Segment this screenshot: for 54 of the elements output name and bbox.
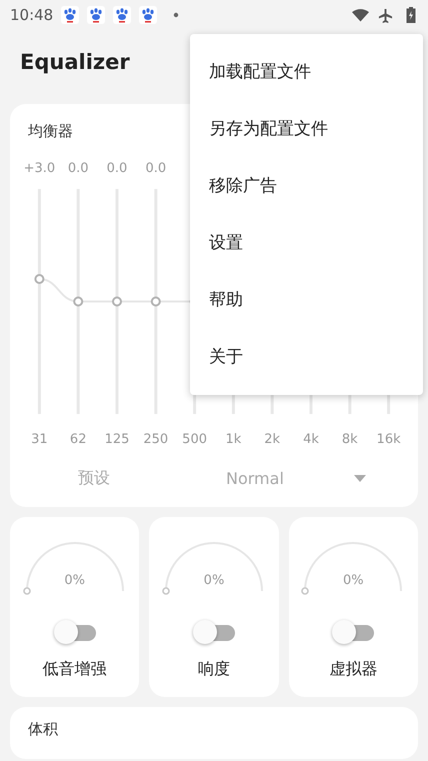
menu-item[interactable]: 关于 <box>190 328 423 385</box>
frequency-label: 500 <box>182 432 207 447</box>
slider-track[interactable] <box>150 189 161 414</box>
frequency-label: 31 <box>31 432 48 447</box>
gauge-knob[interactable] <box>162 587 170 595</box>
menu-item[interactable]: 设置 <box>190 214 423 271</box>
menu-item[interactable]: 另存为配置文件 <box>190 100 423 157</box>
app-title: Equalizer <box>20 50 130 74</box>
gauge-knob[interactable] <box>302 587 310 595</box>
slider-track[interactable] <box>73 189 84 414</box>
effect-name: 响度 <box>198 659 230 680</box>
battery-icon <box>406 7 416 23</box>
status-time: 10:48 <box>10 6 54 24</box>
effect-value: 0% <box>202 573 226 588</box>
card-title: 均衡器 <box>27 122 73 141</box>
frequency-label: 125 <box>104 432 130 447</box>
frequency-label: 16k <box>376 432 401 447</box>
frequency-label: 4k <box>303 432 319 447</box>
frequency-label: 62 <box>70 432 86 447</box>
card-title: 体积 <box>28 720 58 738</box>
toggle-switch[interactable] <box>54 619 96 645</box>
slider-track[interactable] <box>112 189 122 414</box>
menu-item[interactable]: 加载配置文件 <box>190 43 423 100</box>
dot-icon <box>173 12 180 18</box>
paw-icon <box>87 6 106 24</box>
gain-value: 0.0 <box>145 161 166 178</box>
wifi-icon <box>352 8 369 22</box>
effect-name: 低音增强 <box>42 659 107 680</box>
toggle-switch[interactable] <box>332 619 374 645</box>
frequency-label: 8k <box>342 432 358 447</box>
menu-item[interactable]: 移除广告 <box>190 157 423 214</box>
effect-name: 虚拟器 <box>329 659 378 680</box>
gauge-knob[interactable] <box>22 587 30 595</box>
frequency-label: 1k <box>225 432 242 447</box>
slider-thumb[interactable] <box>150 296 161 306</box>
paw-icon <box>61 6 80 24</box>
gain-value: 0.0 <box>106 161 128 178</box>
menu-item[interactable]: 帮助 <box>190 271 423 328</box>
effect-value: 0% <box>342 573 365 588</box>
preset-label: 预设 <box>78 468 110 488</box>
slider-thumb[interactable] <box>73 296 84 306</box>
toggle-switch[interactable] <box>192 619 235 645</box>
gain-value: +3.0 <box>24 161 56 178</box>
frequency-label: 250 <box>143 432 168 447</box>
effect-value: 0% <box>63 573 86 588</box>
slider-track[interactable] <box>34 189 44 414</box>
airplane-icon <box>377 8 394 22</box>
frequency-label: 2k <box>264 432 280 447</box>
paw-icon <box>139 6 158 24</box>
paw-icon <box>113 6 132 24</box>
gain-value: 0.0 <box>68 161 89 178</box>
caret-icon <box>354 474 366 482</box>
slider-thumb[interactable] <box>112 296 122 306</box>
slider-thumb[interactable] <box>34 274 44 284</box>
